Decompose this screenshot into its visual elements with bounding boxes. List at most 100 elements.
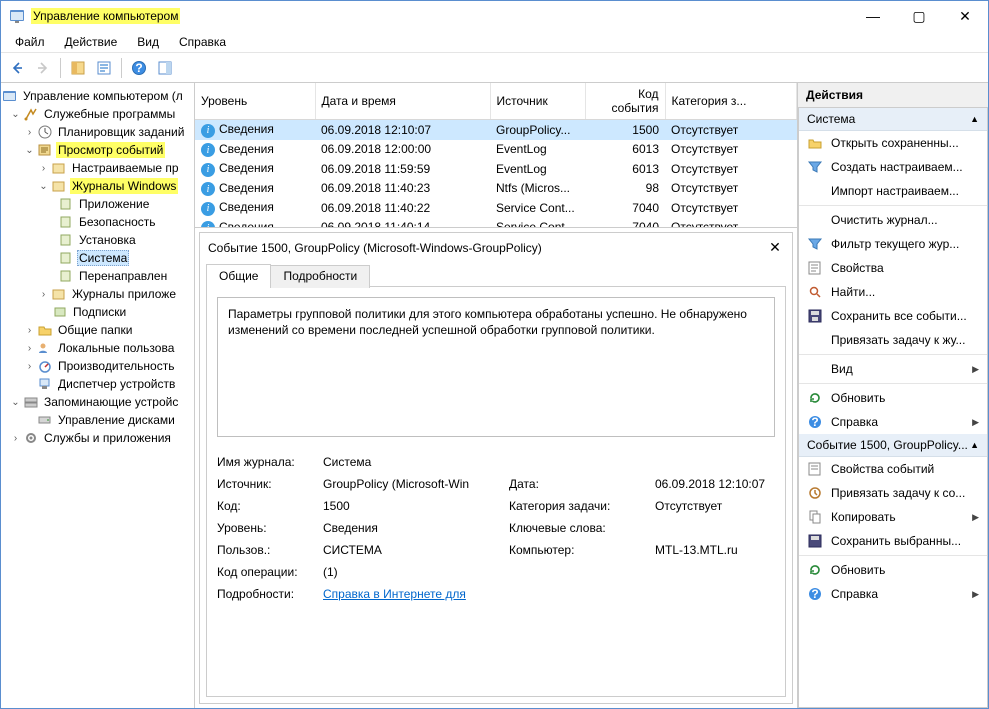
- detail-close-button[interactable]: ✕: [766, 239, 784, 257]
- info-icon: i: [201, 163, 215, 177]
- close-button[interactable]: ✕: [942, 1, 988, 31]
- funnel-icon: [807, 159, 823, 175]
- tree-services-apps[interactable]: ›Службы и приложения: [1, 429, 194, 447]
- tree-local-users[interactable]: ›Локальные пользова: [1, 339, 194, 357]
- back-button[interactable]: [5, 56, 29, 80]
- menu-view[interactable]: Вид: [129, 33, 167, 51]
- tree-sys-tools[interactable]: ⌄Служебные программы: [1, 105, 194, 123]
- tree-shared-folders[interactable]: ›Общие папки: [1, 321, 194, 339]
- filter-icon: [807, 236, 823, 252]
- actions-header: Действия: [798, 83, 988, 108]
- properties-button[interactable]: [92, 56, 116, 80]
- event-grid[interactable]: Уровень Дата и время Источник Код событи…: [195, 83, 797, 228]
- show-hide-action-pane-button[interactable]: [153, 56, 177, 80]
- tree-app-logs[interactable]: ›Журналы приложе: [1, 285, 194, 303]
- find-icon: [807, 284, 823, 300]
- action-create-custom[interactable]: Создать настраиваем...: [799, 155, 987, 179]
- detail-title: Событие 1500, GroupPolicy (Microsoft-Win…: [208, 241, 766, 255]
- refresh-icon: [807, 390, 823, 406]
- action-attach-task[interactable]: Привязать задачу к жу...: [799, 328, 987, 352]
- menubar: Файл Действие Вид Справка: [1, 31, 988, 53]
- info-icon: i: [201, 202, 215, 216]
- table-row[interactable]: iСведения06.09.2018 11:40:22Service Cont…: [195, 198, 797, 218]
- help-icon: ?: [807, 586, 823, 602]
- action-import-custom[interactable]: Импорт настраиваем...: [799, 179, 987, 203]
- action-open-saved[interactable]: Открыть сохраненны...: [799, 131, 987, 155]
- event-message: Параметры групповой политики для этого к…: [217, 297, 775, 437]
- save-icon: [807, 533, 823, 549]
- action-filter[interactable]: Фильтр текущего жур...: [799, 232, 987, 256]
- action-clear-log[interactable]: Очистить журнал...: [799, 208, 987, 232]
- tree-log-security[interactable]: Безопасность: [1, 213, 194, 231]
- tree-pane[interactable]: Управление компьютером (л ⌄Служебные про…: [1, 83, 195, 708]
- maximize-button[interactable]: ▢: [896, 1, 942, 31]
- action-refresh[interactable]: Обновить: [799, 386, 987, 410]
- properties-icon: [807, 260, 823, 276]
- help-online-link[interactable]: Справка в Интернете для: [323, 587, 775, 601]
- refresh-icon: [807, 562, 823, 578]
- collapse-icon: ▲: [970, 440, 979, 450]
- menu-help[interactable]: Справка: [171, 33, 234, 51]
- tree-subscriptions[interactable]: Подписки: [1, 303, 194, 321]
- actions-group-event[interactable]: Событие 1500, GroupPolicy... ▲: [799, 434, 987, 457]
- svg-text:?: ?: [135, 61, 142, 75]
- tree-log-setup[interactable]: Установка: [1, 231, 194, 249]
- tree-custom-views[interactable]: ›Настраиваемые пр: [1, 159, 194, 177]
- tree-windows-logs[interactable]: ⌄Журналы Windows: [1, 177, 194, 195]
- minimize-button[interactable]: —: [850, 1, 896, 31]
- tree-task-scheduler[interactable]: ›Планировщик заданий: [1, 123, 194, 141]
- table-row[interactable]: iСведения06.09.2018 11:40:23Ntfs (Micros…: [195, 179, 797, 199]
- action-attach-task-event[interactable]: Привязать задачу к со...: [799, 481, 987, 505]
- chevron-right-icon: ▶: [972, 364, 979, 375]
- tree-performance[interactable]: ›Производительность: [1, 357, 194, 375]
- tree-log-application[interactable]: Приложение: [1, 195, 194, 213]
- col-date[interactable]: Дата и время: [315, 83, 490, 120]
- action-view[interactable]: Вид▶: [799, 357, 987, 381]
- chevron-right-icon: ▶: [972, 512, 979, 523]
- menu-file[interactable]: Файл: [7, 33, 53, 51]
- col-level[interactable]: Уровень: [195, 83, 315, 120]
- action-save-all[interactable]: Сохранить все событи...: [799, 304, 987, 328]
- content: Управление компьютером (л ⌄Служебные про…: [1, 83, 988, 708]
- forward-button[interactable]: [31, 56, 55, 80]
- table-row[interactable]: iСведения06.09.2018 11:59:59EventLog6013…: [195, 159, 797, 179]
- action-find[interactable]: Найти...: [799, 280, 987, 304]
- event-detail: Событие 1500, GroupPolicy (Microsoft-Win…: [199, 232, 793, 704]
- tab-general[interactable]: Общие: [206, 264, 271, 287]
- show-hide-tree-button[interactable]: [66, 56, 90, 80]
- table-row[interactable]: iСведения06.09.2018 11:40:14Service Cont…: [195, 218, 797, 229]
- help-button[interactable]: ?: [127, 56, 151, 80]
- chevron-right-icon: ▶: [972, 589, 979, 600]
- svg-text:?: ?: [811, 587, 818, 601]
- center-pane: Уровень Дата и время Источник Код событи…: [195, 83, 798, 708]
- tab-details[interactable]: Подробности: [270, 265, 370, 288]
- action-save-selected[interactable]: Сохранить выбранны...: [799, 529, 987, 553]
- app-icon: [9, 8, 25, 24]
- tree-storage[interactable]: ⌄Запоминающие устройс: [1, 393, 194, 411]
- menu-action[interactable]: Действие: [57, 33, 126, 51]
- tree-root[interactable]: Управление компьютером (л: [1, 87, 194, 105]
- chevron-right-icon: ▶: [972, 417, 979, 428]
- action-event-properties[interactable]: Свойства событий: [799, 457, 987, 481]
- svg-text:?: ?: [811, 415, 818, 429]
- tree-disk-management[interactable]: Управление дисками: [1, 411, 194, 429]
- actions-group-system[interactable]: Система▲: [799, 108, 987, 131]
- tree-event-viewer[interactable]: ⌄Просмотр событий: [1, 141, 194, 159]
- action-help[interactable]: ?Справка▶: [799, 410, 987, 434]
- col-source[interactable]: Источник: [490, 83, 585, 120]
- properties-icon: [807, 461, 823, 477]
- collapse-icon: ▲: [970, 114, 979, 124]
- action-help-2[interactable]: ?Справка▶: [799, 582, 987, 606]
- tree-log-system[interactable]: Система: [1, 249, 194, 267]
- table-row[interactable]: iСведения06.09.2018 12:10:07GroupPolicy.…: [195, 120, 797, 140]
- tree-log-forwarded[interactable]: Перенаправлен: [1, 267, 194, 285]
- info-icon: i: [201, 124, 215, 138]
- action-properties[interactable]: Свойства: [799, 256, 987, 280]
- table-row[interactable]: iСведения06.09.2018 12:00:00EventLog6013…: [195, 140, 797, 160]
- col-category[interactable]: Категория з...: [665, 83, 797, 120]
- tree-device-manager[interactable]: Диспетчер устройств: [1, 375, 194, 393]
- info-icon: i: [201, 182, 215, 196]
- action-refresh-2[interactable]: Обновить: [799, 558, 987, 582]
- action-copy[interactable]: Копировать▶: [799, 505, 987, 529]
- col-eventid[interactable]: Код события: [585, 83, 665, 120]
